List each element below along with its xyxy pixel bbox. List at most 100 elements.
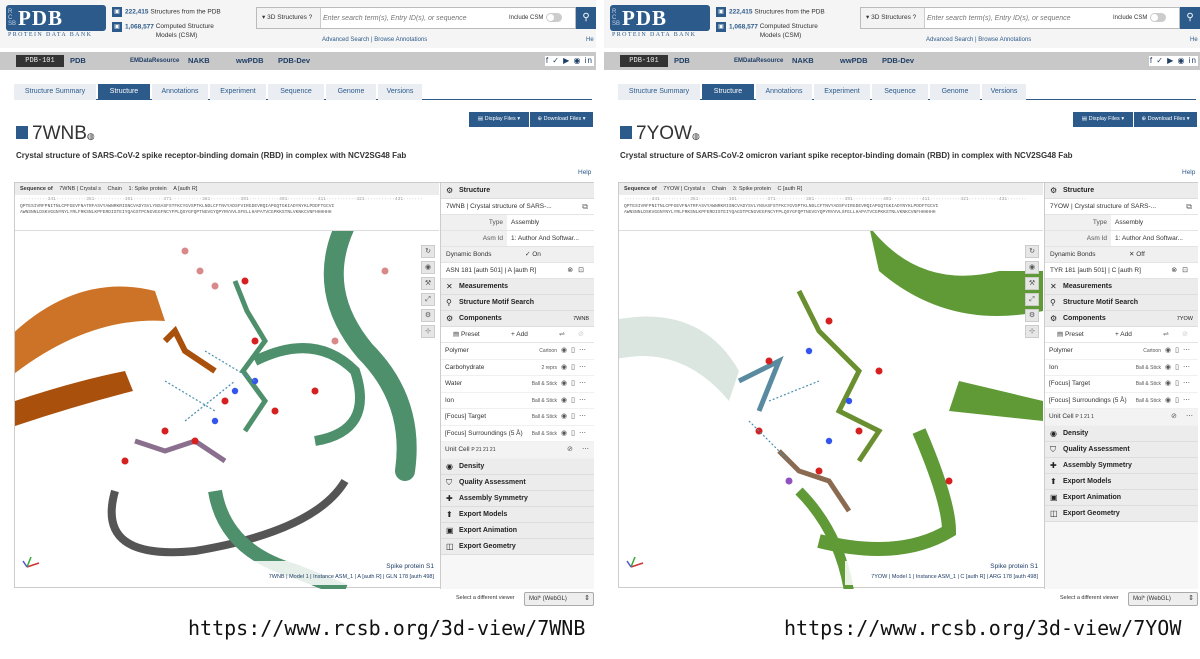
- component-actions[interactable]: ◉▯⋯: [1165, 360, 1194, 376]
- tab-structure[interactable]: Structure: [98, 84, 150, 100]
- nakb-link[interactable]: NAKB: [792, 55, 814, 67]
- sliders-icon[interactable]: ⇌: [559, 327, 565, 343]
- eye-icon[interactable]: ◉: [561, 430, 571, 437]
- tab-annotations[interactable]: Annotations: [756, 84, 812, 100]
- undo-icon[interactable]: ⊘: [1182, 327, 1188, 343]
- more-icon[interactable]: ⋯: [579, 430, 590, 437]
- eye-icon[interactable]: ◉: [1165, 397, 1175, 404]
- trash-icon[interactable]: ▯: [1175, 380, 1183, 387]
- expand-icon[interactable]: ⤢: [421, 293, 435, 306]
- help-link[interactable]: He: [586, 37, 594, 43]
- component-actions[interactable]: ◉▯⋯: [561, 343, 590, 359]
- component-row[interactable]: Water Ball & Stick ◉▯⋯: [441, 376, 594, 393]
- advanced-search-links[interactable]: Advanced Search | Browse Annotations: [322, 37, 427, 43]
- tab-structure[interactable]: Structure: [702, 84, 754, 100]
- tab-sequence[interactable]: Sequence: [268, 84, 324, 100]
- structure-motif-search-header[interactable]: ⚲ Structure Motif Search: [1045, 295, 1198, 311]
- pdb-dev-link[interactable]: PDB-Dev: [882, 55, 914, 67]
- structure-section-header[interactable]: ⚙ Structure: [441, 183, 594, 199]
- pdb-dev-link[interactable]: PDB-Dev: [278, 55, 310, 67]
- trash-icon[interactable]: ▯: [571, 347, 579, 354]
- eye-icon[interactable]: ◉: [561, 364, 571, 371]
- sequence-residues[interactable]: ··········341···········351···········36…: [624, 197, 1040, 217]
- component-row[interactable]: [Focus] Target Ball & Stick ◉▯⋯: [441, 409, 594, 426]
- measurements-section-header[interactable]: ✕ Measurements: [1045, 279, 1198, 295]
- pdb-structures-stat[interactable]: ▣ 222,415 Structures from the PDB: [112, 7, 221, 17]
- emdataresource-link[interactable]: EMDataResource: [130, 55, 179, 67]
- eye-icon[interactable]: ◉: [561, 380, 571, 387]
- more-icon[interactable]: ⋯: [579, 380, 590, 387]
- components-section-header[interactable]: ⚙ Components 7WNB: [441, 311, 594, 327]
- focused-residue-row[interactable]: ASN 181 [auth 501] | A [auth R] ⊗⊡: [441, 263, 594, 279]
- tab-experiment[interactable]: Experiment: [210, 84, 266, 100]
- type-row[interactable]: Type Assembly: [441, 215, 594, 231]
- component-actions[interactable]: ◉▯⋯: [1165, 393, 1194, 409]
- component-row[interactable]: [Focus] Surroundings (5 Å) Ball & Stick ◉▯…: [441, 425, 594, 442]
- more-options-icon[interactable]: ⋯: [1186, 409, 1193, 425]
- include-csm-toggle[interactable]: Include CSM: [1113, 8, 1167, 28]
- nakb-link[interactable]: NAKB: [188, 55, 210, 67]
- quality-assessment-header[interactable]: ⛉ Quality Assessment: [1045, 441, 1198, 458]
- viewer-help-link[interactable]: Help: [1182, 169, 1195, 176]
- reset-camera-icon[interactable]: ↻: [421, 245, 435, 258]
- unit-cell-row[interactable]: Unit Cell P 21 21 21 ⊘ ⋯: [441, 442, 594, 459]
- visibility-hidden-icon[interactable]: ⊘: [1171, 409, 1177, 425]
- search-button[interactable]: ⚲: [576, 7, 596, 29]
- assembly-symmetry-header[interactable]: ✚ Assembly Symmetry: [1045, 457, 1198, 474]
- more-icon[interactable]: ⋯: [579, 413, 590, 420]
- more-icon[interactable]: ⋯: [1183, 380, 1194, 387]
- type-row[interactable]: Type Assembly: [1045, 215, 1198, 231]
- sequence-entry-select[interactable]: 7YOW | Crystal s: [663, 186, 705, 192]
- tab-experiment[interactable]: Experiment: [814, 84, 870, 100]
- trash-icon[interactable]: ▯: [571, 364, 579, 371]
- components-section-header[interactable]: ⚙ Components 7YOW: [1045, 311, 1198, 327]
- more-icon[interactable]: ⋯: [1183, 347, 1194, 354]
- eye-icon[interactable]: ◉: [1165, 364, 1175, 371]
- toggle-switch[interactable]: [546, 12, 563, 22]
- sequence-auth-select[interactable]: C [auth R]: [778, 186, 803, 192]
- measurements-section-header[interactable]: ✕ Measurements: [441, 279, 594, 295]
- preset-button[interactable]: ▤ Preset: [453, 327, 480, 343]
- structure-section-header[interactable]: ⚙ Structure: [1045, 183, 1198, 199]
- trash-icon[interactable]: ▯: [1175, 397, 1183, 404]
- sequence-chain-select[interactable]: 3: Spike protein: [733, 186, 771, 192]
- density-section-header[interactable]: ◉ Density: [441, 458, 594, 475]
- settings-wrench-icon[interactable]: ⚒: [421, 277, 435, 290]
- help-link[interactable]: He: [1190, 37, 1198, 43]
- tab-genome[interactable]: Genome: [326, 84, 376, 100]
- sequence-residues[interactable]: ··········341···········351···········36…: [20, 197, 436, 217]
- export-animation-header[interactable]: ▣ Export Animation: [441, 522, 594, 539]
- add-component-button[interactable]: + Add: [511, 327, 528, 343]
- quality-assessment-header[interactable]: ⛉ Quality Assessment: [441, 474, 594, 491]
- copy-icon[interactable]: ⧉: [1186, 199, 1192, 214]
- include-csm-toggle[interactable]: Include CSM: [509, 8, 563, 28]
- settings-gear-icon[interactable]: ⚙: [1025, 309, 1039, 322]
- wwpdb-link[interactable]: wwPDB: [236, 55, 264, 67]
- tab-genome[interactable]: Genome: [930, 84, 980, 100]
- reset-camera-icon[interactable]: ↻: [1025, 245, 1039, 258]
- display-files-button[interactable]: ▤ Display Files ▾: [469, 112, 529, 127]
- focused-residue-row[interactable]: TYR 181 [auth 501] | C [auth R] ⊗⊡: [1045, 263, 1198, 279]
- 3d-structure-canvas[interactable]: [15, 231, 439, 589]
- tab-structure-summary[interactable]: Structure Summary: [618, 84, 700, 100]
- pdb-structures-stat[interactable]: ▣ 222,415 Structures from the PDB: [716, 7, 825, 17]
- eye-icon[interactable]: ◉: [1165, 380, 1175, 387]
- screenshot-icon[interactable]: ◉: [421, 261, 435, 274]
- undo-icon[interactable]: ⊘: [578, 327, 584, 343]
- selection-mode-icon[interactable]: ⊹: [1025, 325, 1039, 338]
- viewer-select[interactable]: Mol* (WebGL): [1128, 592, 1198, 606]
- asm-id-row[interactable]: Asm Id 1: Author And Softwar...: [1045, 231, 1198, 247]
- download-files-button[interactable]: ⊕ Download Files ▾: [530, 112, 593, 127]
- sliders-icon[interactable]: ⇌: [1163, 327, 1169, 343]
- social-icons[interactable]: f ✓ ▶ ◉ in: [1148, 56, 1198, 66]
- search-type-dropdown[interactable]: ▾ 3D Structures ?: [861, 8, 925, 28]
- eye-icon[interactable]: ◉: [561, 397, 571, 404]
- viewer-select[interactable]: Mol* (WebGL): [524, 592, 594, 606]
- dynamic-bonds-toggle[interactable]: Dynamic Bonds ✓ On: [441, 247, 594, 263]
- more-icon[interactable]: ⋯: [579, 364, 590, 371]
- settings-wrench-icon[interactable]: ⚒: [1025, 277, 1039, 290]
- focus-target-icons[interactable]: ⊗⊡: [1171, 263, 1193, 278]
- tab-structure-summary[interactable]: Structure Summary: [14, 84, 96, 100]
- export-geometry-header[interactable]: ◫ Export Geometry: [1045, 505, 1198, 522]
- component-actions[interactable]: ◉▯⋯: [561, 426, 590, 442]
